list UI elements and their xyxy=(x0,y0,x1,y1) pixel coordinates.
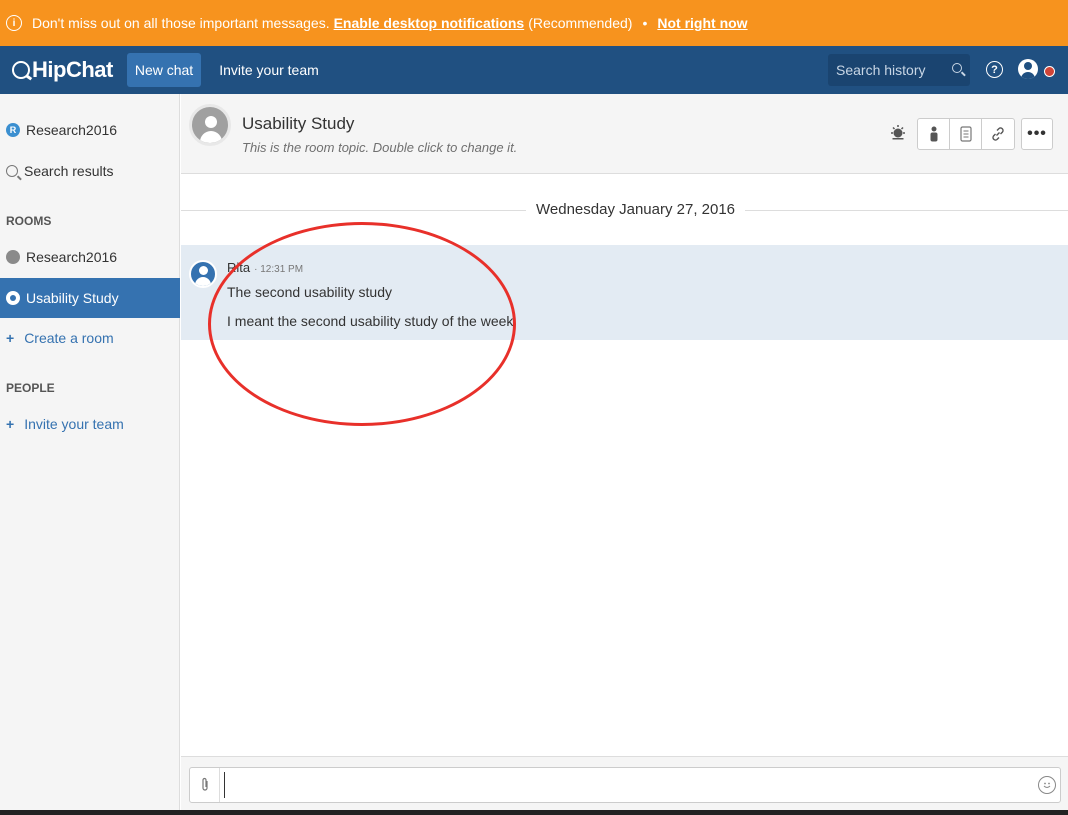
message-input[interactable] xyxy=(224,772,1004,798)
sidebar-item-label: Research2016 xyxy=(26,122,118,138)
person-icon xyxy=(930,126,937,142)
help-icon[interactable]: ? xyxy=(986,61,1003,78)
do-not-disturb-status-icon xyxy=(1044,66,1055,77)
room-actions-group xyxy=(917,118,1015,150)
invite-team-label: Invite your team xyxy=(24,416,124,432)
file-icon xyxy=(959,126,972,142)
banner-recommended: (Recommended) xyxy=(528,15,633,31)
invite-team-link[interactable]: + Invite your team xyxy=(6,416,124,432)
room-icon xyxy=(6,250,20,264)
room-avatar-icon xyxy=(189,104,231,146)
create-room-link[interactable]: + Create a room xyxy=(6,330,114,346)
enable-notifications-link[interactable]: Enable desktop notifications xyxy=(334,15,525,31)
room-topic[interactable]: This is the room topic. Double click to … xyxy=(242,140,517,155)
window-bottom-edge xyxy=(0,810,1068,815)
message-composer xyxy=(189,767,1061,803)
emoticon-icon[interactable] xyxy=(1038,776,1056,794)
attach-svg xyxy=(201,777,208,791)
people-heading: PEOPLE xyxy=(6,381,55,395)
plus-icon: + xyxy=(6,330,15,346)
banner-message: Don't miss out on all those important me… xyxy=(32,15,330,31)
smile-svg xyxy=(1043,782,1051,788)
top-navigation: HipChat New chat Invite your team Search… xyxy=(0,46,1068,94)
user-avatar-icon[interactable] xyxy=(189,260,217,288)
banner-separator: • xyxy=(642,15,648,31)
room-header: Usability Study This is the room topic. … xyxy=(181,94,1068,174)
sidebar: R Research2016 Search results ROOMS Rese… xyxy=(0,94,180,815)
date-divider: Wednesday January 27, 2016 xyxy=(181,200,1068,220)
links-button[interactable] xyxy=(982,119,1014,149)
rooms-heading: ROOMS xyxy=(6,214,52,228)
room-title[interactable]: Usability Study xyxy=(242,114,354,134)
files-button[interactable] xyxy=(950,119,982,149)
search-history-input[interactable]: Search history xyxy=(828,54,970,86)
sidebar-item-room-research2016[interactable]: Research2016 xyxy=(0,237,180,277)
composer-area xyxy=(181,756,1068,810)
sidebar-item-research2016-lobby[interactable]: R Research2016 xyxy=(0,110,180,150)
message-item[interactable]: Rita · 12:31 PM The second usability stud… xyxy=(181,245,1068,340)
create-room-label: Create a room xyxy=(24,330,114,346)
message-author[interactable]: Rita xyxy=(227,260,250,275)
plus-icon: + xyxy=(6,416,15,432)
paperclip-icon[interactable] xyxy=(190,768,220,802)
search-icon xyxy=(952,63,962,73)
sidebar-item-label: Research2016 xyxy=(26,249,118,265)
hipchat-logo[interactable]: HipChat xyxy=(0,57,113,83)
search-placeholder: Search history xyxy=(836,62,926,78)
r-badge-icon: R xyxy=(6,123,20,137)
info-icon: i xyxy=(6,15,22,31)
user-avatar-icon[interactable] xyxy=(1018,59,1038,79)
date-label: Wednesday January 27, 2016 xyxy=(526,201,746,218)
notification-banner: i Don't miss out on all those important … xyxy=(0,0,1068,46)
sidebar-item-label: Search results xyxy=(24,163,114,179)
people-button[interactable] xyxy=(918,119,950,149)
room-icon xyxy=(6,291,20,305)
invite-team-button[interactable]: Invite your team xyxy=(211,53,327,87)
not-right-now-link[interactable]: Not right now xyxy=(657,15,747,31)
sidebar-item-label: Usability Study xyxy=(26,290,119,306)
notification-alert-icon[interactable] xyxy=(890,124,906,140)
logo-icon xyxy=(12,61,30,79)
message-text: The second usability study xyxy=(227,284,392,300)
sidebar-item-search-results[interactable]: Search results xyxy=(0,151,180,191)
search-icon xyxy=(6,165,18,177)
sidebar-item-room-usability-study[interactable]: Usability Study xyxy=(0,278,180,318)
logo-text: HipChat xyxy=(32,57,113,82)
link-icon xyxy=(992,127,1004,141)
message-text: I meant the second usability study of th… xyxy=(227,313,514,329)
more-options-icon[interactable]: ••• xyxy=(1021,118,1053,150)
message-meta: Rita · 12:31 PM xyxy=(227,260,303,275)
new-chat-button[interactable]: New chat xyxy=(126,53,202,87)
message-time: · 12:31 PM xyxy=(254,264,304,275)
